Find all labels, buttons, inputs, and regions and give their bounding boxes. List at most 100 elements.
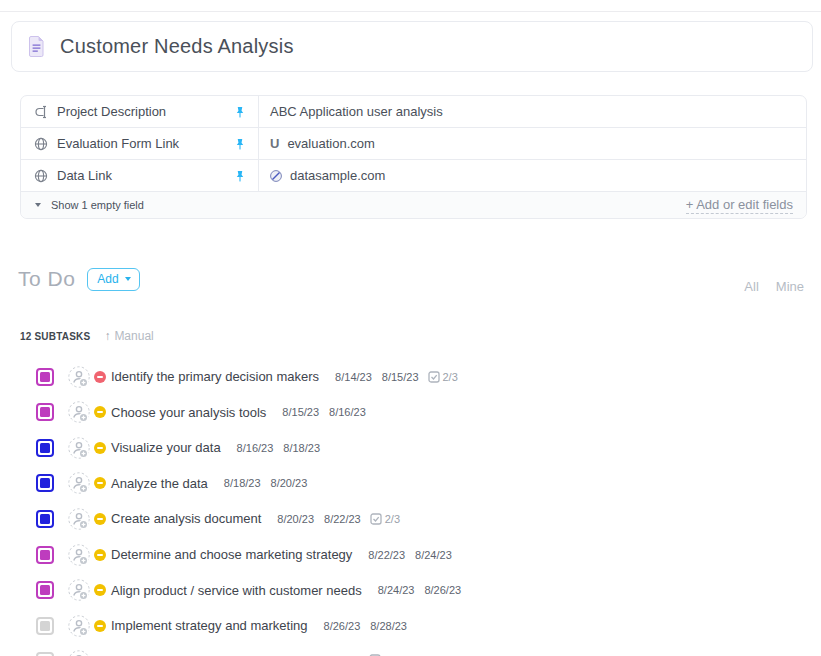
status-checkbox[interactable] [36,474,54,492]
due-date[interactable]: 8/15/23 [382,371,419,383]
field-row-evaluation-form-link: Evaluation Form Link U evaluation.com [21,128,806,160]
add-task-button[interactable]: Add [87,268,139,291]
due-date[interactable]: 8/28/23 [370,620,407,632]
assignee-avatar-placeholder[interactable] [68,544,90,566]
subtask-title[interactable]: Visualize your data [111,440,221,455]
due-date[interactable]: 8/20/23 [271,477,308,489]
sort-control[interactable]: ↑ Manual [104,329,153,343]
globe-favicon [270,170,282,182]
start-date[interactable]: 8/15/23 [282,406,319,418]
pin-icon[interactable] [235,138,245,150]
field-label: Project Description [57,104,235,119]
checklist-badge[interactable]: 2/3 [428,371,458,383]
checklist-icon [370,513,382,525]
pin-icon[interactable] [235,106,245,118]
custom-fields-table: Project Description ABC Application user… [20,95,807,219]
chevron-down-icon [35,203,41,207]
assignee-avatar-placeholder[interactable] [68,508,90,530]
chevron-down-icon [125,277,131,281]
subtask-row[interactable]: Align product / service with customer ne… [36,572,821,608]
status-checkbox[interactable] [36,439,54,457]
status-checkbox[interactable] [36,403,54,421]
subtask-row[interactable]: Identify the primary decision makers 8/1… [36,359,821,395]
priority-flag-icon[interactable] [94,513,106,525]
status-group-title: To Do [18,267,75,291]
arrow-up-icon: ↑ [104,329,110,343]
due-date[interactable]: 8/24/23 [415,549,452,561]
checklist-badge[interactable]: 2/3 [370,513,400,525]
start-date[interactable]: 8/22/23 [368,549,405,561]
priority-flag-icon[interactable] [94,549,106,561]
field-value[interactable]: ABC Application user analysis [259,96,806,127]
status-checkbox[interactable] [36,546,54,564]
due-date[interactable]: 8/18/23 [283,442,320,454]
priority-flag-icon[interactable] [94,406,106,418]
field-value[interactable]: evaluation.com [287,136,374,151]
priority-flag-icon[interactable] [94,620,106,632]
field-label-cell[interactable]: Project Description [21,96,259,127]
priority-flag-icon[interactable] [94,584,106,596]
subtask-list: Identify the primary decision makers 8/1… [36,359,821,656]
start-date[interactable]: 8/16/23 [237,442,274,454]
subtask-title[interactable]: Align product / service with customer ne… [111,583,362,598]
subtask-title[interactable]: Identify the primary decision makers [111,369,319,384]
subtask-row[interactable]: Implement strategy and marketing 8/26/23… [36,608,821,644]
due-date[interactable]: 8/22/23 [324,513,361,525]
status-checkbox[interactable] [36,652,54,656]
subtask-row[interactable]: Choose your analysis tools 8/15/23 8/16/… [36,395,821,431]
pin-icon[interactable] [235,170,245,182]
assignee-avatar-placeholder[interactable] [68,437,90,459]
priority-flag-icon[interactable] [94,477,106,489]
field-value-link[interactable]: U evaluation.com [259,128,806,159]
start-date[interactable]: 8/20/23 [277,513,314,525]
assignee-avatar-placeholder[interactable] [68,366,90,388]
subtask-title[interactable]: Determine and choose marketing strategy [111,547,352,562]
status-checkbox[interactable] [36,617,54,635]
add-button-label: Add [97,272,118,286]
field-label: Evaluation Form Link [57,136,235,151]
start-date[interactable]: 8/26/23 [324,620,361,632]
subtask-row[interactable]: Visualize your data 8/16/23 8/18/23 [36,430,821,466]
filter-all[interactable]: All [744,279,758,294]
field-value-link[interactable]: datasample.com [259,160,806,191]
subtask-row[interactable]: Create analysis document 8/20/23 8/22/23… [36,501,821,537]
priority-flag-icon[interactable] [94,371,106,383]
subtask-title[interactable]: Create analysis document [111,511,261,526]
u-favicon: U [270,136,279,151]
due-date[interactable]: 8/16/23 [329,406,366,418]
field-value[interactable]: datasample.com [290,168,385,183]
status-checkbox[interactable] [36,581,54,599]
start-date[interactable]: 8/24/23 [378,584,415,596]
show-empty-label: Show 1 empty field [51,199,144,211]
assignee-avatar-placeholder[interactable] [68,650,90,656]
assignee-avatar-placeholder[interactable] [68,615,90,637]
subtask-row[interactable]: Determine and choose marketing strategy … [36,537,821,573]
start-date[interactable]: 8/18/23 [224,477,261,489]
assignee-avatar-placeholder[interactable] [68,401,90,423]
start-date[interactable]: 8/14/23 [335,371,372,383]
assignee-avatar-placeholder[interactable] [68,472,90,494]
fields-footer: Show 1 empty field + Add or edit fields [21,192,806,218]
checklist-count: 2/3 [443,371,458,383]
text-field-icon [34,105,48,119]
show-empty-fields-toggle[interactable]: Show 1 empty field [35,199,144,211]
subtasks-count: 12 SUBTASKS [20,331,90,342]
add-or-edit-fields-link[interactable]: + Add or edit fields [686,197,793,214]
field-label-cell[interactable]: Evaluation Form Link [21,128,259,159]
field-label-cell[interactable]: Data Link [21,160,259,191]
task-title-card[interactable]: Customer Needs Analysis [11,21,813,72]
page-title[interactable]: Customer Needs Analysis [60,35,294,58]
subtask-title[interactable]: Analyze the data [111,476,208,491]
subtask-title[interactable]: Implement strategy and marketing [111,618,308,633]
assignee-avatar-placeholder[interactable] [68,579,90,601]
subtasks-header: 12 SUBTASKS ↑ Manual [20,329,154,343]
subtask-row[interactable] [36,643,821,656]
status-checkbox[interactable] [36,510,54,528]
todo-header: To Do Add [18,267,140,291]
priority-flag-icon[interactable] [94,442,106,454]
subtask-row[interactable]: Analyze the data 8/18/23 8/20/23 [36,466,821,502]
status-checkbox[interactable] [36,368,54,386]
subtask-title[interactable]: Choose your analysis tools [111,405,266,420]
due-date[interactable]: 8/26/23 [424,584,461,596]
filter-mine[interactable]: Mine [776,279,804,294]
